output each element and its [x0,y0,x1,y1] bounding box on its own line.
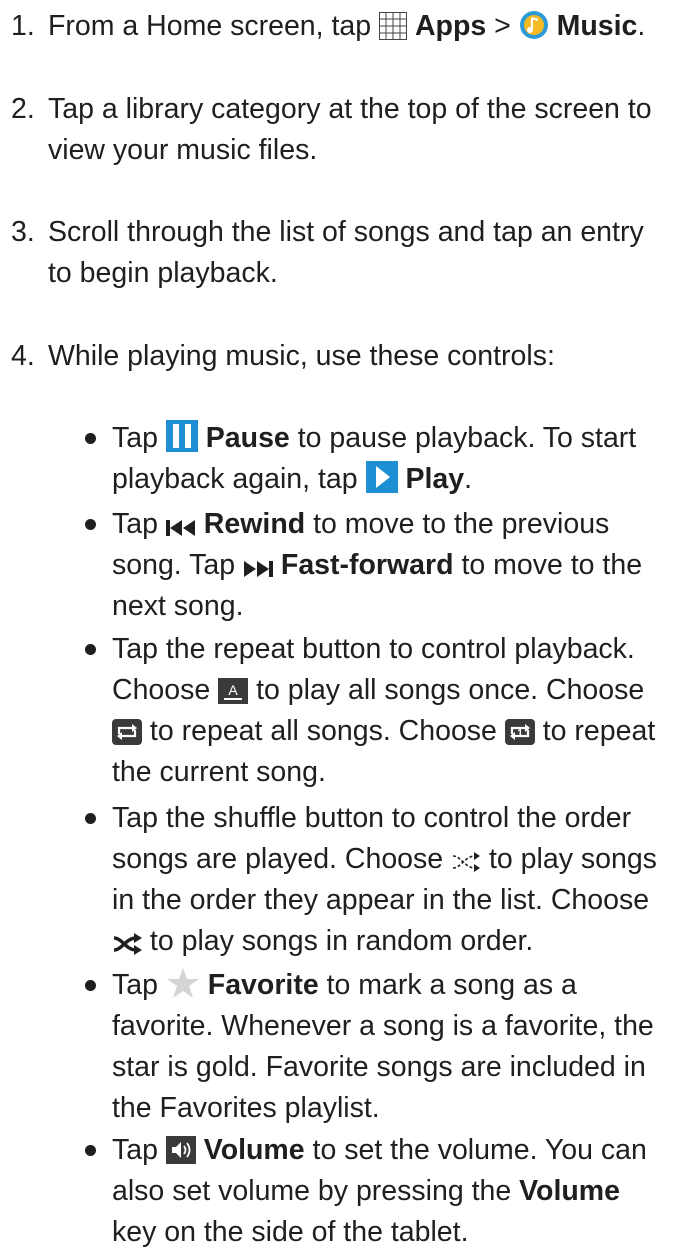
play-icon [365,461,398,493]
bullet-dot [85,644,96,655]
rewind-label: Rewind [203,508,306,540]
apps-grid-icon [379,12,408,40]
fast-forward-icon [243,559,273,579]
apps-label: Apps [414,10,487,42]
fast-forward-label: Fast-forward [280,549,454,581]
step-number: 3. [11,216,35,248]
shuffle-on-icon [112,933,142,955]
bullet-pause: Tap Pause to pause playback. To start pl… [48,418,670,500]
step-text: From a Home screen, tap Apps > Music. [48,10,646,42]
music-note-icon [519,10,549,40]
bullet-shuffle: Tap the shuffle button to control the or… [48,798,670,962]
step-1: 1. From a Home screen, tap Apps > Music. [0,6,670,47]
svg-text:A: A [228,682,238,698]
step-2: 2. Tap a library category at the top of … [0,89,670,171]
bullet-dot [85,433,96,444]
step-number: 1. [11,10,35,42]
bullet-rewind: Tap Rewind to move to the previous song.… [48,504,670,627]
step-text: While playing music, use these controls: [48,340,555,372]
rewind-icon [165,518,196,538]
bullet-dot [85,980,96,991]
step-4: 4. While playing music, use these contro… [0,336,670,377]
svg-text:1: 1 [517,728,523,739]
bullet-volume: Tap Volume to set the volume. You can al… [48,1130,670,1253]
step-number: 2. [11,93,35,125]
instructions-page: 1. From a Home screen, tap Apps > Music.… [0,0,676,1248]
step-text: Scroll through the list of songs and tap… [48,216,644,289]
favorite-label: Favorite [207,969,319,1001]
bullet-dot [85,519,96,530]
volume-icon [165,1136,196,1164]
bullet-dot [85,1145,96,1156]
play-label: Play [405,463,465,495]
star-icon [166,967,200,999]
bullet-favorite: Tap Favorite to mark a song as a favorit… [48,965,670,1129]
volume-label: Volume [203,1134,305,1166]
step-number: 4. [11,340,35,372]
pause-label: Pause [205,422,290,454]
repeat-one-icon: 1 [504,719,535,745]
step-text: Tap a library category at the top of the… [48,93,652,166]
repeat-all-icon [112,719,142,745]
pause-icon [165,420,198,452]
volume-key-label: Volume [519,1175,620,1207]
bullet-repeat: Tap the repeat button to control playbac… [48,629,670,793]
step-3: 3. Scroll through the list of songs and … [0,212,670,294]
bullet-dot [85,813,96,824]
music-label: Music [556,10,638,42]
repeat-off-icon: A [218,678,249,704]
shuffle-off-icon [451,851,481,873]
